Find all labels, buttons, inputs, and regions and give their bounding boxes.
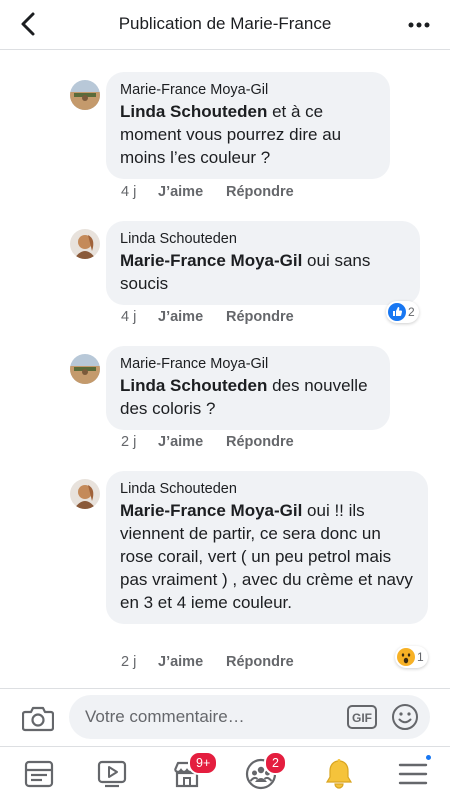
reaction-count: 2 bbox=[408, 305, 415, 319]
top-bar: Publication de Marie-France bbox=[0, 0, 450, 50]
more-options-icon[interactable] bbox=[404, 10, 434, 40]
reaction-summary[interactable]: 2 bbox=[386, 301, 419, 323]
mention-link[interactable]: Marie-France Moya-Gil bbox=[120, 501, 302, 520]
comment-text: Marie-France Moya-Gil oui sans soucis bbox=[120, 249, 406, 295]
reply-button[interactable]: Répondre bbox=[226, 654, 294, 670]
comment-bubble: Linda Schouteden Marie-France Moya-Gil o… bbox=[106, 471, 428, 624]
menu-hamburger-icon[interactable] bbox=[396, 753, 433, 791]
groups-badge: 2 bbox=[264, 751, 287, 775]
reply-button[interactable]: Répondre bbox=[226, 434, 294, 450]
back-arrow-icon[interactable] bbox=[14, 9, 44, 39]
wow-reaction-icon bbox=[397, 648, 415, 666]
gif-icon[interactable]: GIF bbox=[347, 705, 377, 729]
reaction-count: 1 bbox=[417, 650, 424, 664]
comment-text: Marie-France Moya-Gil oui !! ils viennen… bbox=[120, 499, 414, 614]
comment-text: Linda Schouteden des nouvelle des colori… bbox=[120, 374, 376, 420]
comment-actions: 2 j J’aime Répondre bbox=[121, 434, 294, 450]
comment-bubble: Marie-France Moya-Gil Linda Schouteden d… bbox=[106, 346, 390, 430]
comment-time: 4 j bbox=[121, 184, 137, 200]
like-button[interactable]: J’aime bbox=[158, 309, 226, 325]
mention-link[interactable]: Marie-France Moya-Gil bbox=[120, 251, 302, 270]
like-reaction-icon bbox=[388, 303, 406, 321]
like-button[interactable]: J’aime bbox=[158, 654, 226, 670]
comment-actions: 2 j J’aime Répondre bbox=[121, 654, 294, 670]
avatar[interactable] bbox=[70, 229, 100, 259]
comment-composer: GIF bbox=[0, 688, 450, 746]
bottom-navigation: 9+ 2 bbox=[0, 746, 450, 800]
mention-link[interactable]: Linda Schouteden bbox=[120, 102, 267, 121]
comment-input-container: GIF bbox=[69, 695, 430, 739]
comment-time: 2 j bbox=[121, 434, 137, 450]
camera-icon[interactable] bbox=[21, 704, 55, 732]
comment-author[interactable]: Linda Schouteden bbox=[120, 479, 414, 499]
comment-bubble: Marie-France Moya-Gil Linda Schouteden e… bbox=[106, 72, 390, 179]
reply-button[interactable]: Répondre bbox=[226, 309, 294, 325]
like-button[interactable]: J’aime bbox=[158, 434, 226, 450]
emoji-icon[interactable] bbox=[391, 703, 419, 731]
avatar[interactable] bbox=[70, 80, 100, 110]
comment-text: Linda Schouteden et à ce moment vous pou… bbox=[120, 100, 376, 169]
news-feed-icon[interactable] bbox=[22, 757, 56, 791]
watch-video-icon[interactable] bbox=[95, 757, 129, 791]
comment-author[interactable]: Marie-France Moya-Gil bbox=[120, 80, 376, 100]
comment-actions: 4 j J’aime Répondre bbox=[121, 184, 294, 200]
comment-input[interactable] bbox=[85, 695, 335, 739]
marketplace-badge: 9+ bbox=[188, 751, 219, 775]
comment-actions: 4 j J’aime Répondre bbox=[121, 309, 294, 325]
mention-link[interactable]: Linda Schouteden bbox=[120, 376, 267, 395]
groups-icon[interactable]: 2 bbox=[244, 751, 287, 791]
gif-label: GIF bbox=[352, 711, 372, 725]
menu-notification-dot bbox=[424, 753, 433, 762]
notifications-bell-icon[interactable] bbox=[322, 757, 356, 791]
reaction-summary[interactable]: 1 bbox=[395, 646, 428, 668]
page-title: Publication de Marie-France bbox=[118, 14, 332, 33]
marketplace-icon[interactable]: 9+ bbox=[170, 751, 219, 791]
avatar[interactable] bbox=[70, 354, 100, 384]
comment-author[interactable]: Marie-France Moya-Gil bbox=[120, 354, 376, 374]
reply-button[interactable]: Répondre bbox=[226, 184, 294, 200]
avatar[interactable] bbox=[70, 479, 100, 509]
comment-time: 4 j bbox=[121, 309, 137, 325]
comment-author[interactable]: Linda Schouteden bbox=[120, 229, 406, 249]
comment-time: 2 j bbox=[121, 654, 137, 670]
comment-bubble: Linda Schouteden Marie-France Moya-Gil o… bbox=[106, 221, 420, 305]
like-button[interactable]: J’aime bbox=[158, 184, 226, 200]
